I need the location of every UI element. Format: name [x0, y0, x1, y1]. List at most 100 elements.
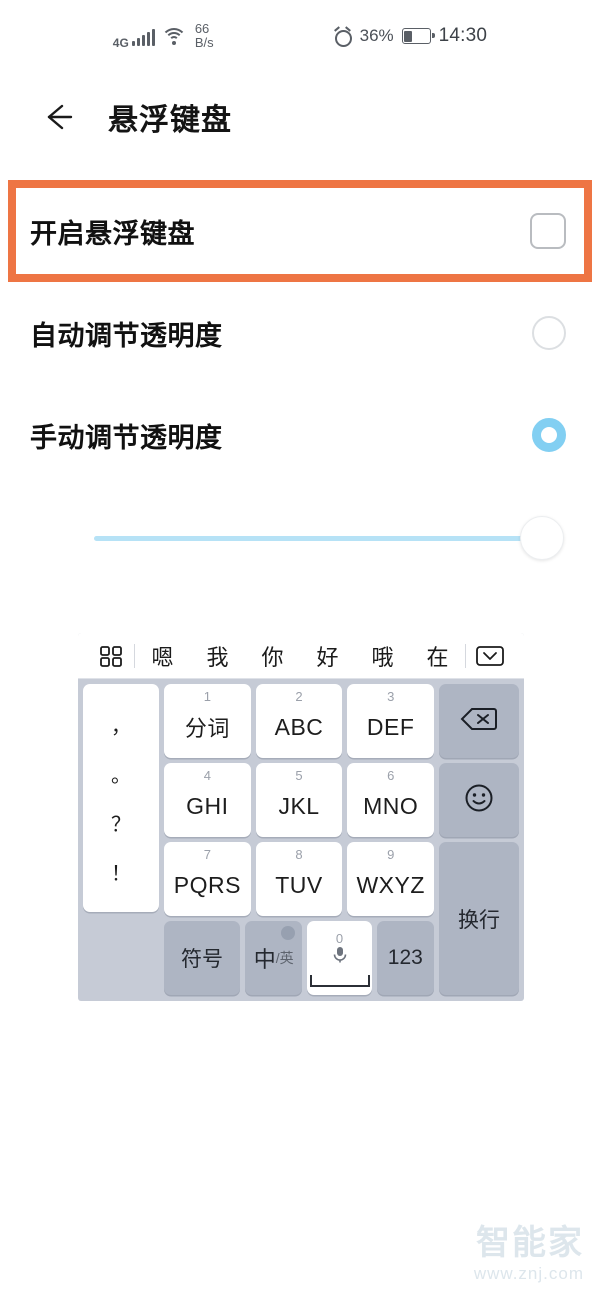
- symbol-key[interactable]: 符号: [164, 921, 240, 995]
- candidate-bar: 嗯 我 你 好 哦 在: [78, 633, 524, 679]
- right-keys-column: 换行: [439, 684, 519, 995]
- key-digit: 8: [295, 847, 303, 862]
- network-speed-value: 66: [194, 21, 210, 37]
- setting-row-enable-floating-keyboard[interactable]: 开启悬浮键盘: [0, 180, 600, 282]
- key-label: WXYZ: [356, 871, 425, 898]
- keys-area: ， 。 ？ ！ 1 分词 2 ABC 3 DEF 4 GHI 5 JKL 6 M…: [78, 679, 524, 1001]
- watermark: 智能家 www.znj.com: [474, 1226, 584, 1284]
- status-bar-left: 4G 66 B/s: [113, 22, 214, 50]
- key-label: GHI: [186, 792, 229, 819]
- candidate-word[interactable]: 在: [426, 640, 448, 672]
- setting-label: 手动调节透明度: [30, 422, 223, 453]
- key-row: 7 PQRS 8 TUV 9 WXYZ: [164, 842, 435, 916]
- candidate-word[interactable]: 哦: [371, 640, 393, 672]
- key-label: DEF: [366, 713, 415, 740]
- app-header: 悬浮键盘: [0, 72, 600, 162]
- key-5[interactable]: 5 JKL: [255, 763, 343, 837]
- language-sub-label: /英: [275, 950, 294, 966]
- network-type-label: 4G: [112, 36, 129, 50]
- candidate-word[interactable]: 嗯: [151, 640, 173, 672]
- key-label: 分词: [184, 716, 230, 741]
- watermark-brand: 智能家: [476, 1224, 584, 1263]
- setting-row-manual-transparency[interactable]: 手动调节透明度: [0, 384, 600, 486]
- candidate-word[interactable]: 好: [316, 640, 338, 672]
- backspace-icon: [459, 705, 499, 738]
- key-digit: 2: [295, 689, 303, 704]
- key-7[interactable]: 7 PQRS: [164, 842, 251, 916]
- keyboard-bottom-row: 符号 中 /英 0 123: [164, 921, 434, 995]
- clock-label: 14:30: [438, 25, 488, 46]
- emoji-key[interactable]: [439, 763, 519, 837]
- setting-label: 自动调节透明度: [30, 320, 223, 351]
- key-label: MNO: [363, 792, 419, 819]
- main-keys-column: 1 分词 2 ABC 3 DEF 4 GHI 5 JKL 6 MNO 7 PQR…: [164, 684, 435, 995]
- wifi-icon: [160, 26, 187, 46]
- language-main-label: 中: [253, 947, 276, 972]
- punctuation-period[interactable]: 。: [111, 759, 131, 788]
- signal-bars-icon: [131, 26, 155, 46]
- key-digit: 4: [203, 768, 211, 783]
- key-3[interactable]: 3 DEF: [347, 684, 435, 758]
- symbol-key-label: 符号: [181, 948, 223, 971]
- number-mode-key[interactable]: 123: [376, 921, 434, 995]
- settings-list: 开启悬浮键盘 自动调节透明度 手动调节透明度: [0, 180, 600, 486]
- status-bar-right: 36% 14:30: [333, 25, 488, 47]
- key-row: 4 GHI 5 JKL 6 MNO: [164, 763, 435, 837]
- key-digit: 1: [203, 689, 211, 704]
- space-bar-underline: [309, 975, 370, 987]
- alarm-clock-icon: [333, 26, 352, 47]
- back-arrow-icon[interactable]: [38, 97, 78, 137]
- key-8[interactable]: 8 TUV: [255, 842, 343, 916]
- punctuation-comma[interactable]: ，: [111, 710, 131, 739]
- punctuation-key[interactable]: ， 。 ？ ！: [83, 684, 159, 912]
- watermark-url: www.znj.com: [473, 1264, 584, 1283]
- space-key-digit: 0: [335, 931, 344, 946]
- network-speed-unit: B/s: [194, 35, 214, 50]
- status-bar: 4G 66 B/s 36% 14:30: [0, 0, 600, 72]
- language-switch-key[interactable]: 中 /英: [245, 921, 303, 995]
- key-digit: 3: [387, 689, 395, 704]
- enter-key[interactable]: 换行: [439, 842, 519, 995]
- emoji-smiley-icon: [463, 782, 495, 819]
- key-label: PQRS: [173, 871, 241, 898]
- candidate-word[interactable]: 你: [261, 640, 283, 672]
- page-title: 悬浮键盘: [108, 104, 232, 137]
- manual-transparency-radio[interactable]: [532, 418, 566, 452]
- setting-row-auto-transparency[interactable]: 自动调节透明度: [0, 282, 600, 384]
- slider-track[interactable]: [94, 516, 564, 560]
- key-digit: 9: [387, 847, 395, 862]
- space-key[interactable]: 0: [307, 921, 372, 995]
- key-digit: 7: [203, 847, 211, 862]
- key-6[interactable]: 6 MNO: [347, 763, 435, 837]
- backspace-key[interactable]: [439, 684, 519, 758]
- punctuation-exclamation[interactable]: ！: [111, 857, 131, 886]
- candidate-words: 嗯 我 你 好 哦 在: [135, 640, 465, 672]
- key-label: JKL: [278, 792, 320, 819]
- auto-transparency-radio[interactable]: [532, 316, 566, 350]
- highlight-box: [8, 180, 592, 282]
- battery-percent-label: 36%: [359, 26, 394, 45]
- key-2[interactable]: 2 ABC: [255, 684, 343, 758]
- key-9[interactable]: 9 WXYZ: [347, 842, 435, 916]
- punctuation-question[interactable]: ？: [111, 808, 131, 837]
- key-1[interactable]: 1 分词: [164, 684, 251, 758]
- collapse-keyboard-icon[interactable]: [466, 644, 514, 668]
- key-4[interactable]: 4 GHI: [164, 763, 251, 837]
- key-digit: 6: [387, 768, 395, 783]
- key-label: ABC: [274, 713, 324, 740]
- key-row: 1 分词 2 ABC 3 DEF: [164, 684, 435, 758]
- key-label: TUV: [275, 871, 323, 898]
- transparency-slider[interactable]: [0, 500, 600, 576]
- punctuation-column: ， 。 ？ ！: [83, 684, 159, 995]
- globe-icon: [281, 926, 296, 940]
- key-digit: 5: [295, 768, 303, 783]
- network-speed: 66 B/s: [195, 22, 214, 49]
- number-mode-label: 123: [387, 946, 423, 969]
- grid-squares-icon[interactable]: [88, 643, 134, 669]
- floating-keyboard-preview: 嗯 我 你 好 哦 在 ， 。 ？ ！ 1 分词 2 ABC 3 DEF 4 G…: [78, 633, 524, 1001]
- battery-icon: [401, 28, 435, 44]
- enter-key-label: 换行: [458, 908, 500, 932]
- slider-thumb[interactable]: [520, 516, 564, 560]
- microphone-icon[interactable]: [331, 945, 349, 971]
- candidate-word[interactable]: 我: [206, 640, 228, 672]
